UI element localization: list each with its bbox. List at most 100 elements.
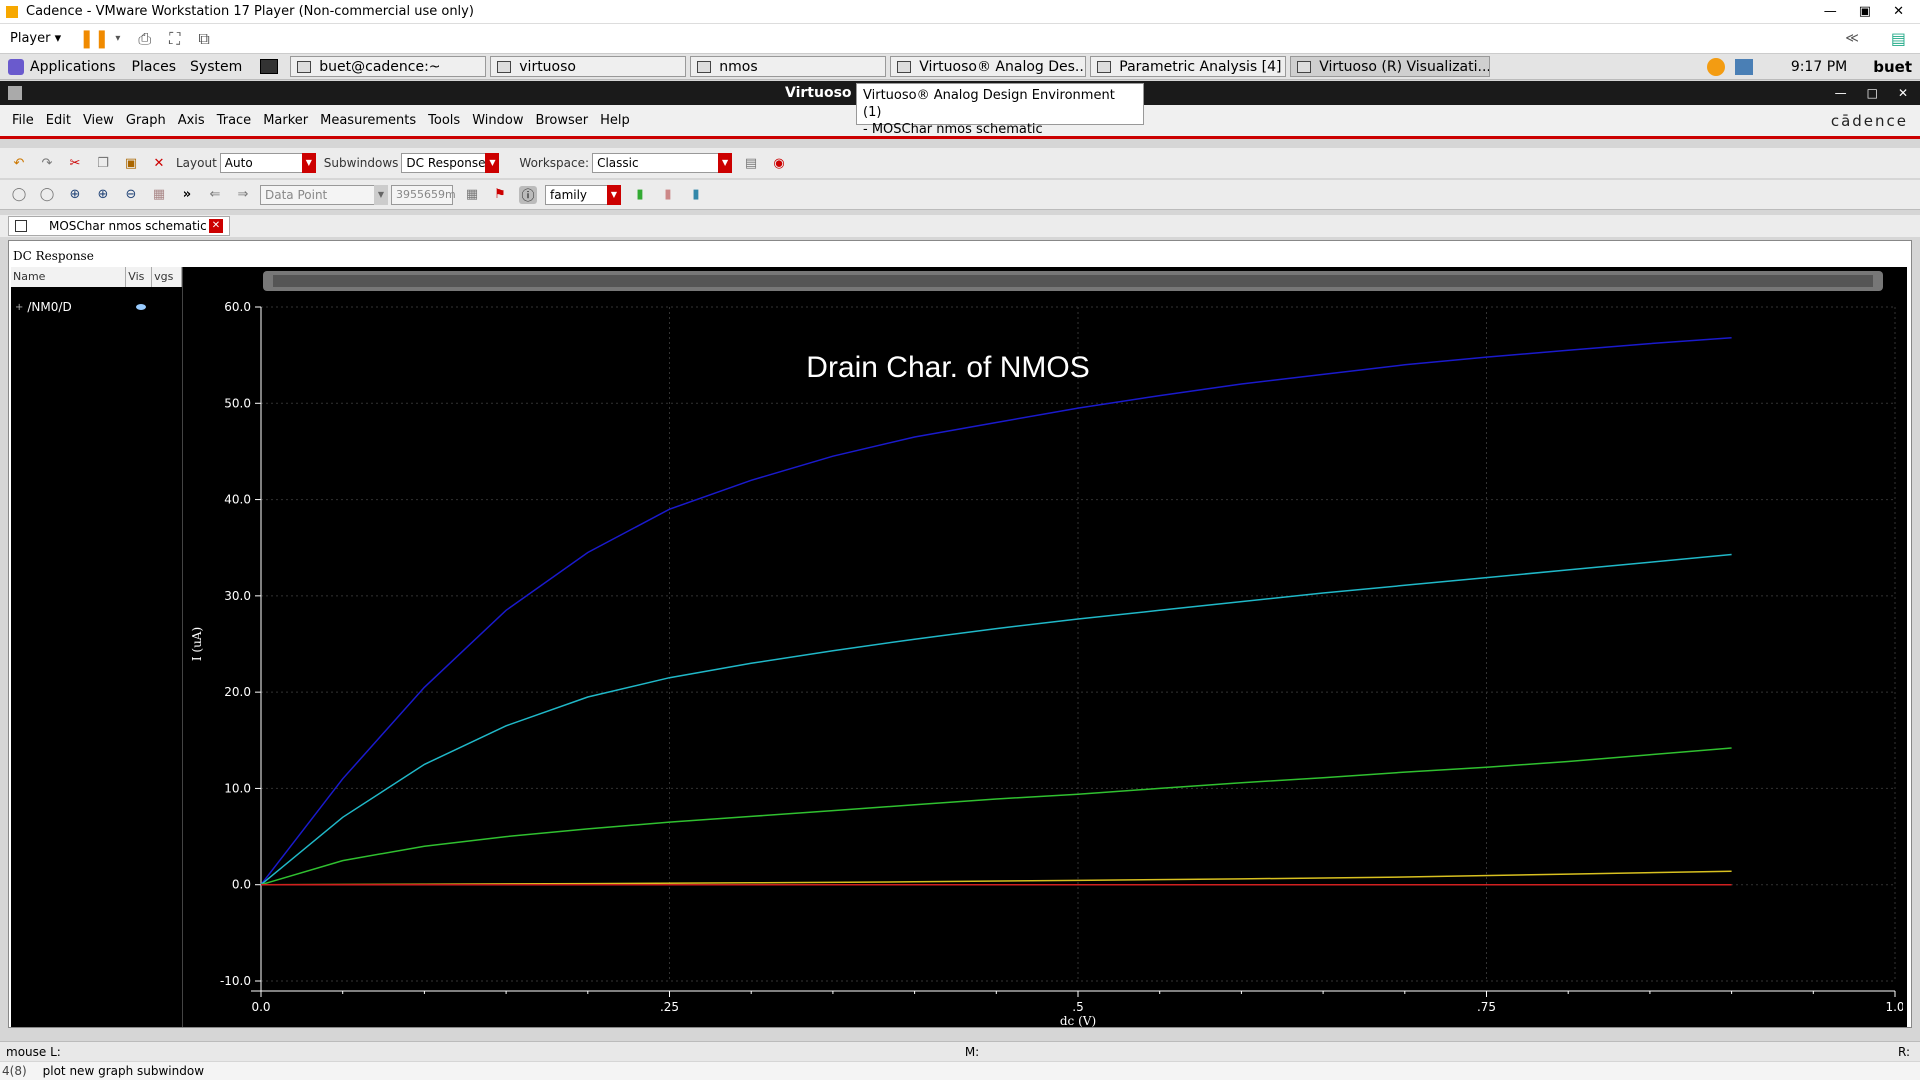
vmware-logo-icon (6, 5, 18, 18)
applications-menu[interactable]: Applications (30, 59, 116, 75)
calculator-icon[interactable]: ▦ (463, 186, 481, 204)
fullscreen-icon[interactable]: ⛶ (169, 29, 180, 49)
series-line-1 (260, 337, 1732, 886)
workspace-select-value: Classic (597, 156, 639, 170)
taskbar-item-nmos[interactable]: nmos (690, 56, 887, 77)
waveform-icon (1297, 60, 1312, 73)
taskbar-item-label: Virtuoso (R) Visualizati... (1319, 58, 1491, 75)
next-point-icon[interactable]: ⇒ (234, 186, 252, 204)
waveform-style-icon[interactable]: ▮ (659, 186, 677, 204)
menu-axis[interactable]: Axis (178, 113, 205, 128)
tab-moschar-nmos-schematic[interactable]: MOSChar nmos schematic ✕ (8, 216, 230, 236)
undo-icon[interactable]: ↶ (10, 154, 28, 172)
menu-measurements[interactable]: Measurements (320, 113, 416, 128)
plot-area: Name Vis vgs + /NM0/D -10.0 0.0 10.0 20.0 30… (11, 267, 1907, 1027)
player-menu-label: Player (10, 31, 51, 46)
zoom-out-icon[interactable]: ⊖ (122, 186, 140, 204)
layout-select[interactable]: Auto ▼ (219, 153, 316, 173)
command-count: 4(8) (2, 1064, 27, 1078)
network-icon[interactable] (1734, 58, 1753, 75)
menu-edit[interactable]: Edit (46, 113, 71, 128)
paste-icon[interactable]: ▣ (122, 154, 140, 172)
expand-icon[interactable]: + (15, 302, 23, 313)
system-menu[interactable]: System (190, 59, 242, 75)
close-icon[interactable]: ✕ (1893, 4, 1904, 19)
collapse-icon[interactable]: ≪ (1845, 31, 1859, 46)
redo-icon[interactable]: ↷ (38, 154, 56, 172)
copy-icon[interactable]: ❐ (94, 154, 112, 172)
status-bar-message: 4(8) plot new graph subwindow (0, 1062, 1920, 1080)
clock[interactable]: 9:17 PM (1791, 59, 1847, 75)
back-icon[interactable]: ◯ (10, 186, 28, 204)
column-vgs[interactable]: vgs (152, 267, 182, 287)
user-name[interactable]: buet (1873, 58, 1912, 76)
maximize-icon[interactable]: □ (1867, 86, 1878, 100)
places-menu[interactable]: Places (132, 59, 177, 75)
chart-svg[interactable]: -10.00.010.020.030.040.050.060.00.0.25.5… (183, 267, 1903, 1027)
tooltip: Virtuoso® Analog Design Environment (1) … (856, 83, 1144, 137)
visibility-eye-icon[interactable] (135, 304, 146, 310)
graph-subwindow: DC Response Name Vis vgs + /NM0/D -10.0 0… (8, 240, 1912, 1028)
save-workspace-icon[interactable]: ▤ (742, 154, 760, 172)
unity-icon[interactable]: ⧉ (198, 29, 209, 49)
menu-view[interactable]: View (83, 113, 114, 128)
tab-label: MOSChar nmos schematic (49, 219, 207, 233)
taskbar-item-label: nmos (719, 58, 758, 75)
waveform-color-icon[interactable]: ▮ (631, 186, 649, 204)
forward-icon[interactable]: ◯ (38, 186, 56, 204)
zoom-fit-icon[interactable]: ⊕ (66, 186, 84, 204)
cut-icon[interactable]: ✂ (66, 154, 84, 172)
coordinate-field[interactable]: 3955659m (391, 184, 456, 205)
info-icon[interactable]: ⓘ (519, 185, 537, 204)
x-tick-label: 0.0 (251, 1000, 270, 1014)
load-workspace-icon[interactable]: ◉ (770, 154, 788, 172)
chevron-down-icon: ▼ (607, 184, 621, 205)
pause-dropdown-icon[interactable]: ▾ (115, 33, 120, 44)
taskbar-item-label: buet@cadence:~ (319, 58, 441, 75)
parametric-icon (1097, 60, 1112, 73)
workspace-select[interactable]: Classic ▼ (592, 153, 733, 173)
taskbar-item-parametric[interactable]: Parametric Analysis [4] (1090, 56, 1287, 77)
taskbar-item-visualization[interactable]: Virtuoso (R) Visualizati... (1290, 56, 1491, 77)
menu-marker[interactable]: Marker (263, 113, 308, 128)
close-icon[interactable]: ✕ (1898, 86, 1908, 100)
taskbar-item-ade[interactable]: Virtuoso® Analog Des... (890, 56, 1087, 77)
status-bar-mouse: mouse L: M: R: (0, 1041, 1920, 1061)
player-menu-button[interactable]: Player ▾ (10, 31, 61, 46)
window-title: Virtuoso (785, 85, 852, 101)
notes-icon[interactable]: ▤ (1891, 29, 1906, 48)
maximize-icon[interactable]: ▣ (1859, 4, 1871, 19)
zoom-region-icon[interactable]: ▦ (150, 186, 168, 204)
minimize-icon[interactable]: — (1835, 86, 1847, 100)
menu-tools[interactable]: Tools (428, 113, 460, 128)
taskbar-item-virtuoso[interactable]: virtuoso (490, 56, 687, 77)
send-ctrl-alt-del-icon[interactable]: ⎙ (138, 29, 151, 49)
close-tab-icon[interactable]: ✕ (209, 219, 223, 233)
menu-graph[interactable]: Graph (126, 113, 166, 128)
taskbar-item-terminal[interactable]: buet@cadence:~ (290, 56, 487, 77)
menu-help[interactable]: Help (600, 113, 630, 128)
x-tick-label: .5 (1072, 1000, 1083, 1014)
minimize-icon[interactable]: — (1824, 4, 1837, 19)
menu-browser[interactable]: Browser (535, 113, 588, 128)
column-name[interactable]: Name (11, 267, 127, 287)
waveform-options-icon[interactable]: ▮ (687, 186, 705, 204)
menu-trace[interactable]: Trace (217, 113, 252, 128)
terminal-launcher-icon[interactable] (260, 59, 279, 74)
menu-window[interactable]: Window (472, 113, 523, 128)
more-tools-button[interactable]: » (178, 186, 196, 204)
prev-point-icon[interactable]: ⇐ (206, 186, 224, 204)
column-vis[interactable]: Vis (126, 267, 153, 287)
menu-file[interactable]: File (12, 113, 34, 128)
weather-icon[interactable] (1706, 57, 1725, 76)
subwindows-select[interactable]: DC Response ▼ (401, 153, 500, 173)
workspace-label: Workspace: (519, 156, 590, 170)
data-point-select[interactable]: Data Point ▼ (260, 184, 388, 205)
delete-icon[interactable]: ✕ (150, 154, 168, 172)
marker-flag-icon[interactable]: ⚑ (491, 186, 509, 204)
family-select[interactable]: family ▼ (545, 184, 621, 205)
taskbar-item-label: Virtuoso® Analog Des... (919, 58, 1087, 75)
zoom-in-icon[interactable]: ⊕ (94, 186, 112, 204)
signal-row[interactable]: + /NM0/D (15, 300, 182, 314)
pause-icon[interactable]: ❚❚ (79, 28, 109, 49)
